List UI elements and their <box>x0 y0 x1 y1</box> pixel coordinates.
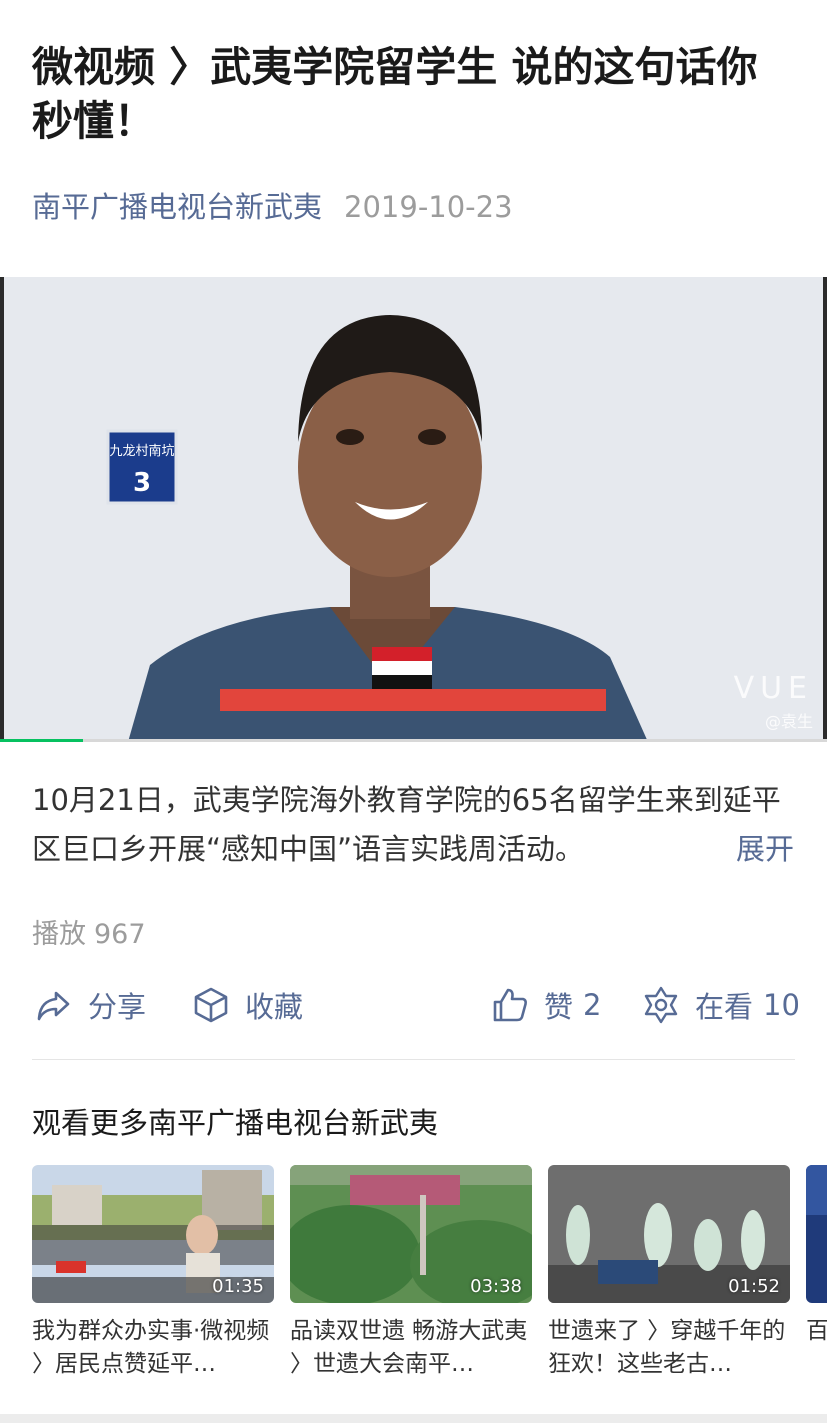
like-button[interactable]: 赞 2 <box>490 975 601 1035</box>
like-label: 赞 <box>544 990 574 1024</box>
play-label: 播放 <box>32 919 86 950</box>
video-watermark: VUE <box>733 671 813 706</box>
share-label: 分享 <box>88 990 147 1024</box>
video-card-title: 我为群众办实事·微视频 〉居民点赞延平… <box>32 1318 270 1377</box>
video-thumbnail: 01:35 <box>32 1165 274 1303</box>
like-count: 2 <box>583 988 602 1022</box>
video-progress-fill <box>0 739 83 742</box>
video-card[interactable]: 01:35 我为群众办实事·微视频 〉居民点赞延平… <box>32 1165 274 1380</box>
favorite-button[interactable]: 收藏 <box>191 975 303 1035</box>
video-description: 10月21日，武夷学院海外教育学院的65名留学生来到延平区巨口乡开展“感知中国”… <box>32 776 802 874</box>
video-card-title: 品读双世遗 畅游大武夷 〉世遗大会南平… <box>290 1318 528 1377</box>
video-duration: 01:52 <box>728 1276 780 1297</box>
video-card-title: 世遗来了 〉穿越千年的狂欢！这些老古… <box>548 1318 786 1377</box>
favorite-label: 收藏 <box>245 990 304 1024</box>
more-videos-list: 01:35 我为群众办实事·微视频 〉居民点赞延平… 03:38 品读双世遗 畅… <box>32 1165 827 1380</box>
share-button[interactable]: 分享 <box>34 975 146 1035</box>
wow-icon <box>644 986 678 1024</box>
expand-link[interactable]: 展开 <box>736 825 794 874</box>
sign-number: 3 <box>133 468 151 498</box>
video-thumbnail: 03:38 <box>290 1165 532 1303</box>
more-videos-title: 观看更多南平广播电视台新武夷 <box>32 1106 439 1140</box>
wow-button[interactable]: 在看 10 <box>641 975 800 1035</box>
account-name[interactable]: 南平广播电视台新武夷 <box>32 190 322 224</box>
video-card[interactable]: 03:38 品读双世遗 畅游大武夷 〉世遗大会南平… <box>290 1165 532 1380</box>
thumbs-up-icon <box>493 988 527 1022</box>
wow-label: 在看 <box>695 990 754 1024</box>
video-progress-bar[interactable] <box>0 739 827 742</box>
video-player[interactable]: 九龙村南坑 3 VUE @袁生 <box>0 277 827 742</box>
video-duration: 03:38 <box>470 1276 522 1297</box>
video-thumbnail <box>806 1165 827 1303</box>
video-credit: @袁生 <box>764 712 813 731</box>
cube-icon <box>194 987 228 1023</box>
bottom-spacer <box>0 1414 827 1423</box>
wow-count: 10 <box>763 988 800 1022</box>
video-duration: 01:35 <box>212 1276 264 1297</box>
play-count: 播放 967 <box>32 912 146 951</box>
publish-date: 2019-10-23 <box>344 190 513 224</box>
article-meta: 南平广播电视台新武夷 2019-10-23 <box>32 188 513 226</box>
video-card[interactable]: 01:52 世遗来了 〉穿越千年的狂欢！这些老古… <box>548 1165 790 1380</box>
section-divider <box>32 1059 795 1060</box>
video-frame: 九龙村南坑 3 <box>0 277 827 742</box>
video-card-title: 百《 <box>806 1318 827 1344</box>
video-card[interactable]: 百《 <box>806 1165 827 1380</box>
description-text: 10月21日，武夷学院海外教育学院的65名留学生来到延平区巨口乡开展“感知中国”… <box>32 783 781 866</box>
play-count-value: 967 <box>94 919 146 950</box>
share-icon <box>37 991 70 1021</box>
article-title: 微视频 〉武夷学院留学生 说的这句话你秒懂！ <box>32 43 758 145</box>
sign-text: 九龙村南坑 <box>109 443 174 459</box>
thumbnail-image <box>806 1165 827 1303</box>
action-bar: 分享 收藏 赞 2 在看 10 <box>0 975 827 1035</box>
video-thumbnail: 01:52 <box>548 1165 790 1303</box>
